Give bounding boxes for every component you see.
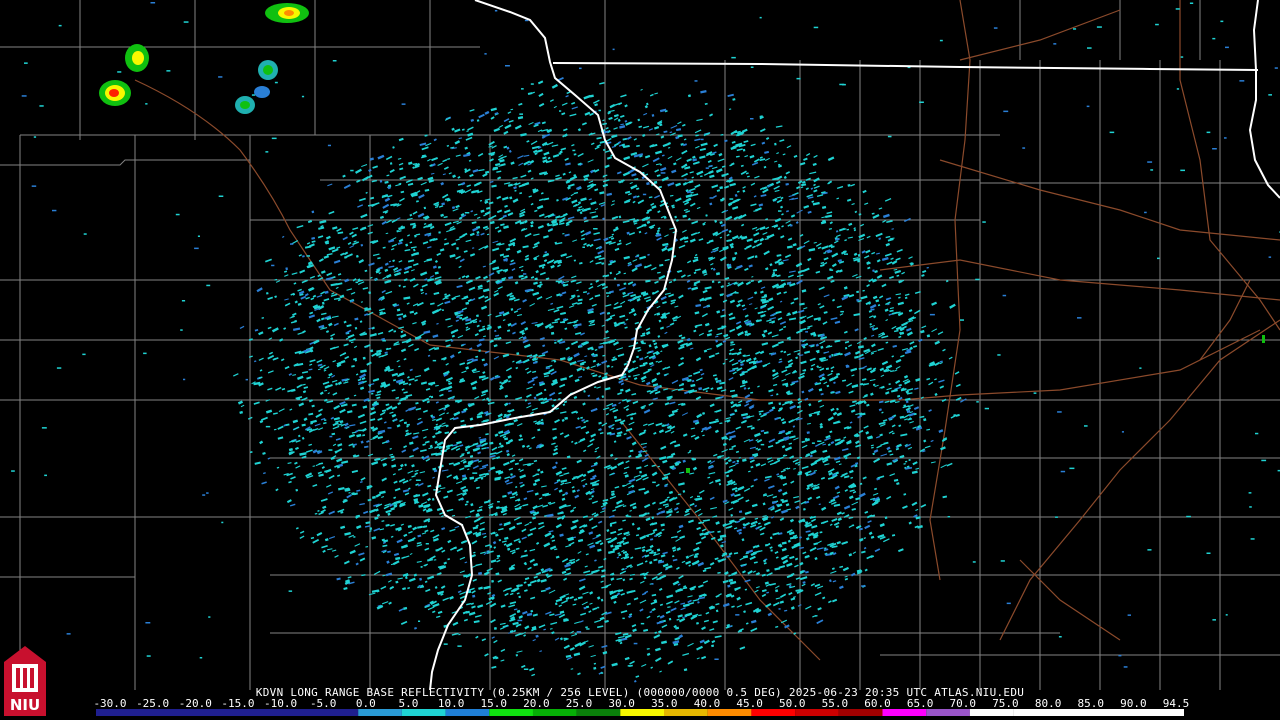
echo-fleck	[438, 231, 441, 234]
echo-fleck	[844, 346, 848, 350]
echo-fleck	[362, 356, 366, 360]
echo-fleck	[639, 470, 642, 474]
radar-map	[0, 0, 1280, 720]
echo-fleck	[456, 247, 459, 250]
echo-fleck	[676, 637, 680, 640]
echo-fleck	[857, 254, 861, 257]
echo-fleck	[418, 584, 421, 588]
echo-fleck	[711, 280, 715, 283]
echo-fleck	[774, 142, 777, 146]
echo-fleck	[583, 606, 587, 610]
echo-fleck	[609, 523, 613, 527]
echo-fleck	[721, 325, 724, 329]
echo-fleck	[742, 148, 746, 152]
echo-fleck	[789, 400, 793, 404]
echo-fleck	[558, 152, 562, 155]
echo-fleck	[538, 285, 542, 288]
echo-fleck	[311, 210, 315, 214]
echo-fleck	[555, 602, 558, 606]
echo-fleck	[778, 402, 782, 406]
echo-fleck	[493, 627, 497, 630]
echo-fleck	[518, 595, 521, 599]
echo-fleck	[266, 292, 269, 295]
echo-fleck	[389, 162, 393, 165]
